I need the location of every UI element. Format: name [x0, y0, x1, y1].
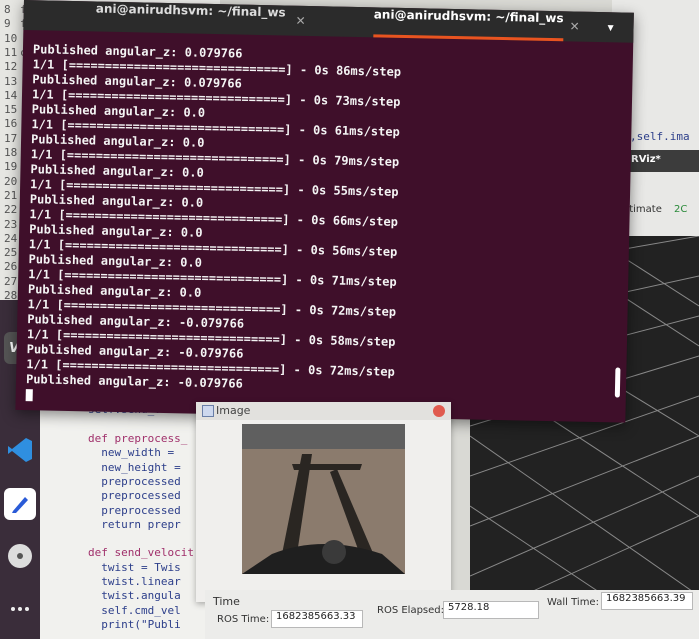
- wall-time-label: Wall Time:: [547, 597, 599, 608]
- code-line: twist.linear: [88, 575, 181, 588]
- camera-image: [242, 424, 405, 574]
- ros-elapsed-field[interactable]: 5728.18: [443, 601, 539, 619]
- vscode-icon[interactable]: [4, 434, 36, 466]
- line-number: 12: [4, 60, 18, 74]
- terminal-output: Published angular_z: 0.079766 1/1 [======…: [25, 42, 623, 414]
- line-number: 15: [4, 103, 18, 117]
- tab-terminal-1[interactable]: ani@anirudhsvm: ~/final_ws: [95, 2, 286, 36]
- code-line: preprocessed: [88, 503, 181, 517]
- line-number: 20: [4, 174, 18, 188]
- line-number: 16: [4, 117, 18, 131]
- code-line: print("Publi: [88, 617, 181, 631]
- code-line: new_height =: [88, 460, 181, 474]
- line-number: 8: [4, 3, 11, 16]
- ros-elapsed-label: ROS Elapsed:: [377, 605, 444, 616]
- line-number: 11: [4, 45, 18, 59]
- line-number: 23: [4, 217, 18, 231]
- line-number: 27: [4, 274, 18, 288]
- code-line: new_width =: [88, 446, 175, 460]
- line-number: 22: [4, 203, 18, 217]
- text-editor-icon[interactable]: [4, 488, 36, 520]
- disc-icon[interactable]: [4, 540, 36, 572]
- code-line: def send_velocit: [88, 546, 194, 560]
- code-line: return prepr: [88, 517, 181, 531]
- tab-menu-icon[interactable]: ▾: [607, 12, 614, 42]
- cursor: [25, 388, 33, 401]
- line-number: 26: [4, 260, 18, 274]
- line-number: 19: [4, 160, 18, 174]
- tab-terminal-2[interactable]: ani@anirudhsvm: ~/final_ws: [373, 7, 564, 42]
- terminal-tab-bar: ani@anirudhsvm: ~/final_ws ✕ ani@anirudh…: [23, 0, 634, 43]
- line-number: 21: [4, 188, 18, 202]
- line-number: 9: [4, 17, 11, 31]
- ros-time-field[interactable]: 1682385663.33: [271, 610, 363, 628]
- code-line: self.cmd_vel: [88, 603, 181, 617]
- close-icon[interactable]: [433, 405, 445, 417]
- code-line: def preprocess_: [88, 432, 188, 445]
- rviz-titlebar: RViz*: [627, 150, 699, 172]
- line-number: 24: [4, 231, 18, 245]
- image-window[interactable]: Image: [196, 402, 451, 602]
- code-line: preprocessed: [88, 474, 181, 488]
- ros-time-label: ROS Time:: [217, 614, 270, 625]
- rviz-title: RViz*: [631, 154, 661, 165]
- time-panel: Time ROS Time: 1682385663.33 ROS Elapsed…: [205, 590, 699, 639]
- image-window-icon: [202, 405, 214, 417]
- line-number: 14: [4, 88, 18, 102]
- image-window-title: Image: [216, 404, 251, 417]
- line-number: 18: [4, 146, 18, 159]
- wall-time-field[interactable]: 1682385663.39: [601, 592, 693, 610]
- line-number: 17: [4, 131, 18, 145]
- line-number: 25: [4, 246, 18, 260]
- image-window-titlebar: Image: [196, 402, 451, 420]
- 2d-goal-tool[interactable]: 2C: [674, 204, 687, 215]
- line-number: 13: [4, 74, 18, 88]
- tab-2-close-icon[interactable]: ✕: [569, 11, 580, 41]
- line-number: 10: [4, 31, 18, 45]
- code-fragment: ,self.ima: [630, 130, 690, 143]
- apps-grid-icon[interactable]: [4, 600, 36, 632]
- code-line: twist.angula: [88, 589, 181, 603]
- code-line: twist = Twis: [88, 560, 181, 574]
- code-line: preprocessed: [88, 489, 181, 503]
- terminal-window[interactable]: ani@anirudhsvm: ~/final_ws ✕ ani@anirudh…: [15, 0, 634, 423]
- tab-1-close-icon[interactable]: ✕: [295, 6, 306, 36]
- time-panel-title: Time: [213, 595, 240, 608]
- terminal-scrollbar[interactable]: [614, 367, 621, 398]
